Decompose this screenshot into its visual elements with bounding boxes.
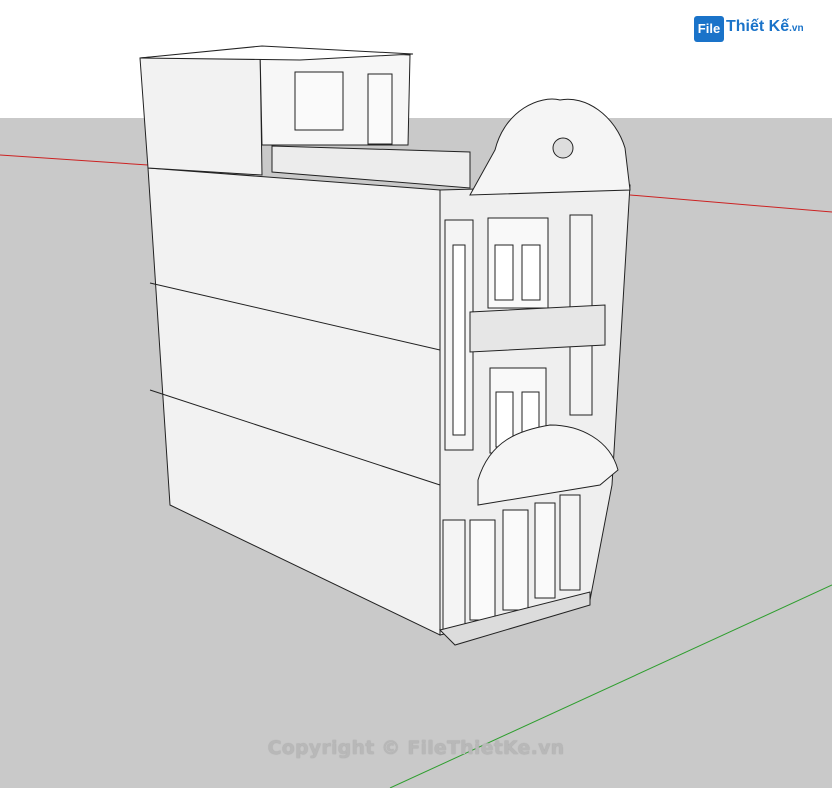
roof-block-side <box>139 47 263 176</box>
filethietke-logo: File Thiết Kế.vn <box>694 14 824 44</box>
column-panel <box>452 244 466 436</box>
ground-door <box>469 519 496 621</box>
logo-badge: File <box>694 16 724 42</box>
pediment-medallion <box>552 137 574 159</box>
ground-door <box>502 509 529 611</box>
ground-column <box>559 494 581 591</box>
roof-door <box>367 73 393 145</box>
logo-tld: .vn <box>789 23 804 34</box>
sketchup-viewport <box>0 0 832 788</box>
ground-door <box>534 502 556 599</box>
balcony <box>469 304 606 353</box>
logo-name-text: Thiết Kế <box>726 18 790 35</box>
logo-name: Thiết Kế.vn <box>726 18 804 36</box>
ground-column <box>442 519 466 631</box>
upper-door-panel <box>521 244 541 301</box>
roof-window <box>294 71 344 131</box>
upper-door-panel <box>494 244 514 301</box>
copyright-watermark: Copyright © FileThietKe.vn <box>267 737 565 759</box>
